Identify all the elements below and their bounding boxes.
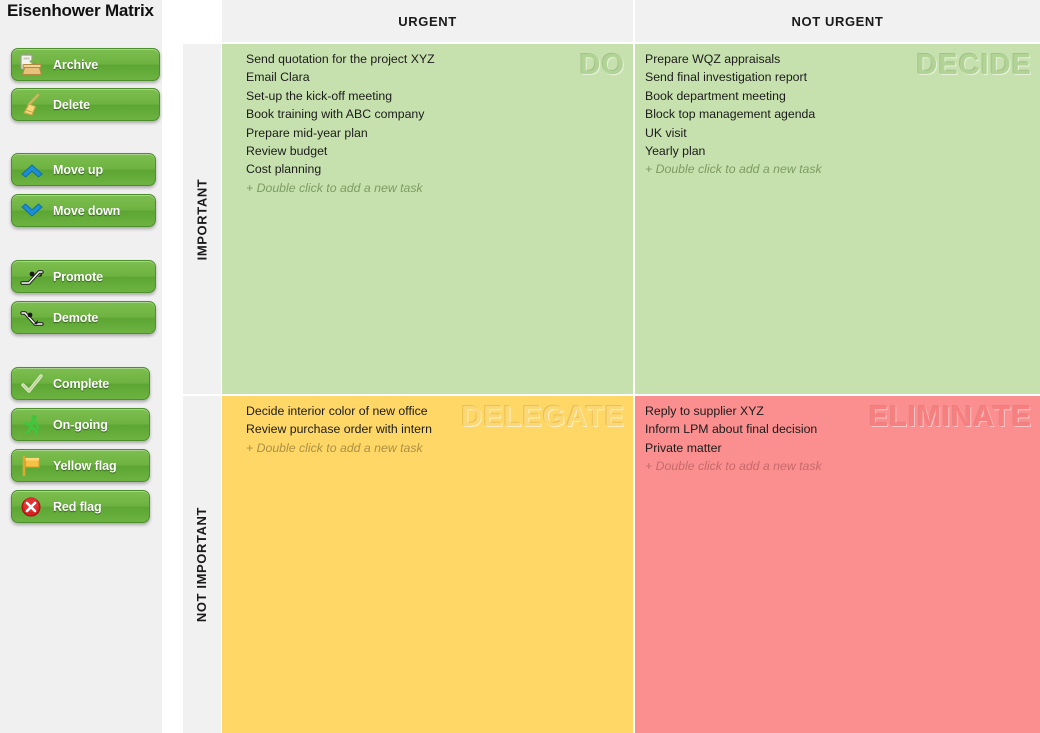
list-item[interactable]: Block top management agenda [645,105,1040,123]
page-title: Eisenhower Matrix [7,1,154,21]
archive-button[interactable]: Archive [11,48,160,81]
list-item[interactable]: Inform LPM about final decision [645,420,1040,438]
list-item[interactable]: Book department meeting [645,87,1040,105]
column-header-urgent: URGENT [222,0,633,42]
list-item[interactable]: Send final investigation report [645,68,1040,86]
row-header-important: IMPORTANT [183,44,221,394]
yellow-flag-button-label: Yellow flag [53,459,117,473]
delete-button-label: Delete [53,98,90,112]
list-item[interactable]: Send quotation for the project XYZ [246,50,633,68]
move-up-button[interactable]: Move up [11,153,156,186]
add-new-task-hint[interactable]: + Double click to add a new task [246,439,633,457]
broom-icon [17,92,47,118]
list-item[interactable]: Decide interior color of new office [246,402,633,420]
chevron-up-icon [17,157,47,183]
delete-button[interactable]: Delete [11,88,160,121]
promote-button-label: Promote [53,270,103,284]
list-item[interactable]: Cost planning [246,160,633,178]
move-up-button-label: Move up [53,163,103,177]
complete-button-label: Complete [53,377,109,391]
list-item[interactable]: Review purchase order with intern [246,420,633,438]
red-flag-button-label: Red flag [53,500,102,514]
red-cross-circle-icon [17,494,47,520]
list-item[interactable]: Yearly plan [645,142,1040,160]
add-new-task-hint[interactable]: + Double click to add a new task [645,457,1040,475]
archive-button-label: Archive [53,58,98,72]
list-item[interactable]: Prepare WQZ appraisals [645,50,1040,68]
list-item[interactable]: Reply to supplier XYZ [645,402,1040,420]
list-item[interactable]: Prepare mid-year plan [246,124,633,142]
row-divider [183,394,1040,396]
quadrant-decide-task-list: Prepare WQZ appraisals Send final invest… [635,50,1040,179]
red-flag-button[interactable]: Red flag [11,490,150,523]
yellow-flag-button[interactable]: Yellow flag [11,449,150,482]
list-item[interactable]: Email Clara [246,68,633,86]
checkmark-icon [17,371,47,397]
header-divider [183,42,1040,44]
list-item[interactable]: Book training with ABC company [246,105,633,123]
column-header-not-urgent: NOT URGENT [635,0,1040,42]
list-item[interactable]: Review budget [246,142,633,160]
quadrant-decide[interactable]: DECIDE Prepare WQZ appraisals Send final… [635,44,1040,394]
yellow-flag-icon [17,453,47,479]
move-down-button-label: Move down [53,204,120,218]
promote-button[interactable]: Promote [11,260,156,293]
quadrant-delegate[interactable]: DELEGATE Decide interior color of new of… [222,396,633,733]
running-person-icon [17,412,47,438]
row-header-not-important-label: NOT IMPORTANT [195,507,210,622]
quadrant-eliminate-task-list: Reply to supplier XYZ Inform LPM about f… [635,402,1040,476]
sidebar: Eisenhower Matrix Archive [0,0,163,733]
demote-button[interactable]: Demote [11,301,156,334]
on-going-button-label: On-going [53,418,108,432]
list-item[interactable]: UK visit [645,124,1040,142]
on-going-button[interactable]: On-going [11,408,150,441]
list-item[interactable]: Private matter [645,439,1040,457]
escalator-up-icon [17,264,47,290]
quadrant-do-task-list: Send quotation for the project XYZ Email… [222,50,633,197]
add-new-task-hint[interactable]: + Double click to add a new task [645,160,1040,178]
complete-button[interactable]: Complete [11,367,150,400]
row-header-important-label: IMPORTANT [195,178,210,260]
matrix-grid: URGENT NOT URGENT IMPORTANT NOT IMPORTAN… [183,0,1040,733]
demote-button-label: Demote [53,311,98,325]
move-down-button[interactable]: Move down [11,194,156,227]
quadrant-do[interactable]: DO Send quotation for the project XYZ Em… [222,44,633,394]
quadrant-delegate-task-list: Decide interior color of new office Revi… [222,402,633,457]
list-item[interactable]: Set-up the kick-off meeting [246,87,633,105]
escalator-down-icon [17,305,47,331]
quadrant-eliminate[interactable]: ELIMINATE Reply to supplier XYZ Inform L… [635,396,1040,733]
row-header-not-important: NOT IMPORTANT [183,396,221,733]
chevron-down-icon [17,198,47,224]
archive-box-icon [17,52,47,78]
add-new-task-hint[interactable]: + Double click to add a new task [246,179,633,197]
eisenhower-matrix-app: Eisenhower Matrix Archive [0,0,1040,733]
